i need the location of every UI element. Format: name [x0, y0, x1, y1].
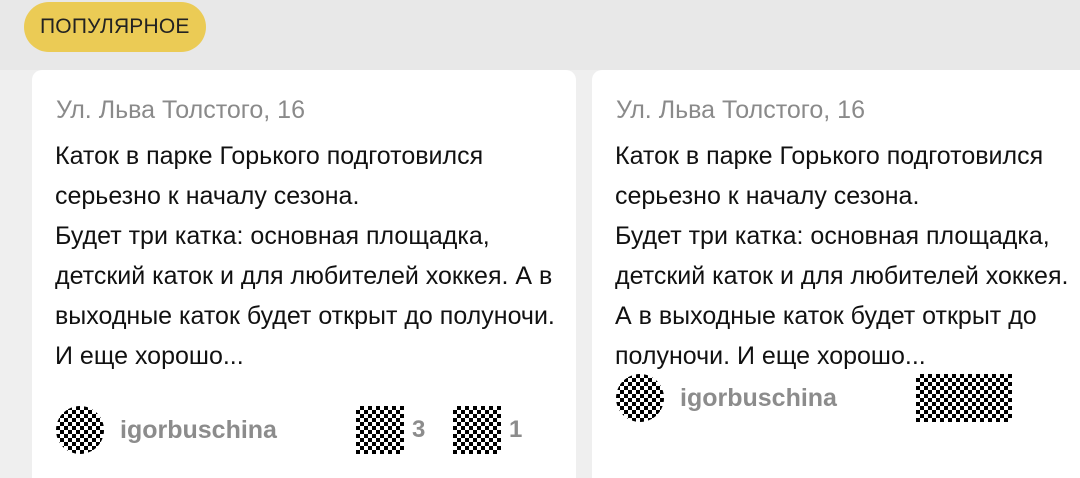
post-address: Ул. Льва Толстого, 16 [56, 96, 305, 124]
cards-carousel[interactable]: Ул. Льва Толстого, 16 Каток в парке Горь… [0, 70, 1080, 478]
post-author[interactable]: igorbuschina [56, 406, 277, 454]
avatar[interactable] [616, 374, 664, 422]
post-text: Каток в парке Горького подготовился серь… [55, 142, 555, 370]
likes-count: 3 [412, 416, 426, 443]
author-name[interactable]: igorbuschina [120, 416, 277, 445]
like-icon[interactable] [356, 406, 404, 454]
header-bar: ПОПУЛЯРНОЕ [0, 0, 1080, 70]
avatar[interactable] [56, 406, 104, 454]
post-card[interactable]: Ул. Льва Толстого, 16 Каток в парке Горь… [592, 70, 1080, 478]
post-text: Каток в парке Горького подготовился серь… [615, 142, 1069, 370]
post-card[interactable]: Ул. Льва Толстого, 16 Каток в парке Горь… [32, 70, 576, 478]
likes-stat[interactable]: 3 [356, 406, 425, 454]
post-address: Ул. Льва Толстого, 16 [616, 96, 865, 124]
comments-count: 1 [509, 416, 523, 443]
popular-tag[interactable]: ПОПУЛЯРНОЕ [24, 2, 206, 52]
post-author[interactable]: igorbuschina [616, 374, 837, 422]
comment-icon[interactable] [453, 406, 501, 454]
author-name[interactable]: igorbuschina [680, 384, 837, 413]
comments-stat[interactable]: 1 [453, 406, 522, 454]
stats-icon[interactable] [916, 374, 1012, 422]
